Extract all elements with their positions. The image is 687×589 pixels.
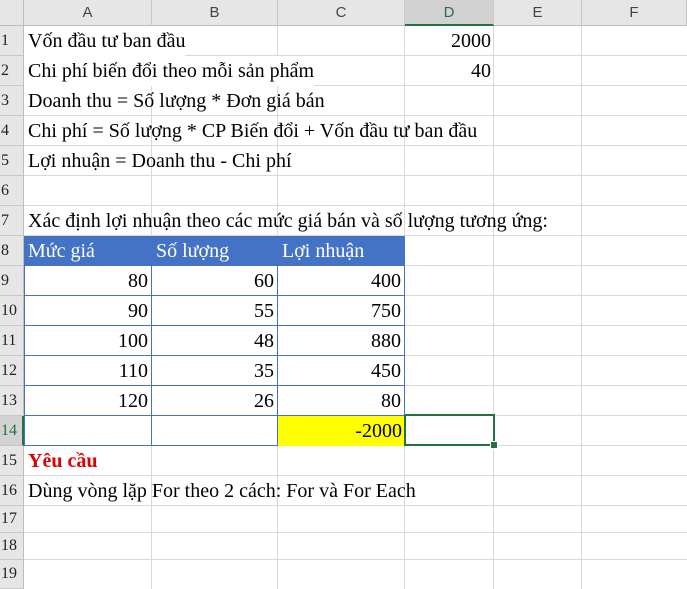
column-header-f[interactable]: F	[582, 0, 687, 26]
row-header-7[interactable]: 7	[0, 206, 24, 236]
table-cell[interactable]: 80	[24, 266, 152, 296]
table-cell[interactable]: 80	[278, 386, 405, 416]
table-header-quantity[interactable]: Số lượng	[152, 236, 278, 266]
cell-a16[interactable]: Dùng vòng lặp For theo 2 cách: For và Fo…	[24, 476, 416, 506]
cell-a7[interactable]: Xác định lợi nhuận theo các mức giá bán …	[24, 206, 548, 236]
cell-d1[interactable]: 2000	[405, 26, 494, 56]
row-header-2[interactable]: 2	[0, 56, 24, 86]
table-cell[interactable]: 110	[24, 356, 152, 386]
table-header-price[interactable]: Mức giá	[24, 236, 152, 266]
row-header-8[interactable]: 8	[0, 236, 24, 266]
column-header-d[interactable]: D	[405, 0, 494, 26]
row-header-10[interactable]: 10	[0, 296, 24, 326]
column-header-e[interactable]: E	[494, 0, 582, 26]
row-header-15[interactable]: 15	[0, 446, 24, 476]
row-header-6[interactable]: 6	[0, 176, 24, 206]
cell-a4[interactable]: Chi phí = Số lượng * CP Biến đổi + Vốn đ…	[24, 116, 477, 146]
table-cell[interactable]: 26	[152, 386, 278, 416]
spreadsheet-grid[interactable]: A B C D E F 1 2 3 4 5 6 7 8 9 10 11 12 1…	[0, 0, 687, 589]
row-header-9[interactable]: 9	[0, 266, 24, 296]
row-header-11[interactable]: 11	[0, 326, 24, 356]
table-cell[interactable]: 48	[152, 326, 278, 356]
table-cell[interactable]: 60	[152, 266, 278, 296]
table-cell[interactable]: 100	[24, 326, 152, 356]
cell-a1[interactable]: Vốn đầu tư ban đầu	[24, 26, 186, 56]
select-all-corner[interactable]	[0, 0, 24, 26]
cell-b14[interactable]	[152, 416, 278, 446]
gridline	[24, 559, 687, 560]
row-header-3[interactable]: 3	[0, 86, 24, 116]
table-cell[interactable]: 750	[278, 296, 405, 326]
cell-a5[interactable]: Lợi nhuận = Doanh thu - Chi phí	[24, 146, 292, 176]
table-cell[interactable]: 880	[278, 326, 405, 356]
table-cell[interactable]: 400	[278, 266, 405, 296]
row-header-5[interactable]: 5	[0, 146, 24, 176]
row-header-16[interactable]: 16	[0, 476, 24, 506]
cell-a3[interactable]: Doanh thu = Số lượng * Đơn giá bán	[24, 86, 325, 116]
row-header-18[interactable]: 18	[0, 533, 24, 560]
fill-handle[interactable]	[490, 441, 498, 449]
column-header-a[interactable]: A	[24, 0, 152, 26]
row-header-4[interactable]: 4	[0, 116, 24, 146]
row-header-12[interactable]: 12	[0, 356, 24, 386]
table-cell[interactable]: 450	[278, 356, 405, 386]
table-header-profit[interactable]: Lợi nhuận	[278, 236, 405, 266]
cell-c14[interactable]: -2000	[278, 416, 405, 446]
row-header-14[interactable]: 14	[0, 416, 24, 446]
table-cell[interactable]: 90	[24, 296, 152, 326]
cell-a14[interactable]	[24, 416, 152, 446]
column-header-b[interactable]: B	[152, 0, 278, 26]
row-header-13[interactable]: 13	[0, 386, 24, 416]
table-cell[interactable]: 55	[152, 296, 278, 326]
active-cell-d14[interactable]	[404, 414, 495, 446]
row-header-17[interactable]: 17	[0, 506, 24, 533]
row-header-19[interactable]: 19	[0, 560, 24, 589]
gridline	[24, 532, 687, 533]
row-header-1[interactable]: 1	[0, 26, 24, 56]
table-cell[interactable]: 120	[24, 386, 152, 416]
cell-d2[interactable]: 40	[405, 56, 494, 86]
cell-a15[interactable]: Yêu cầu	[24, 446, 97, 476]
cell-a2[interactable]: Chi phí biến đổi theo mỗi sản phẩm	[24, 56, 315, 86]
table-cell[interactable]: 35	[152, 356, 278, 386]
column-header-c[interactable]: C	[278, 0, 405, 26]
